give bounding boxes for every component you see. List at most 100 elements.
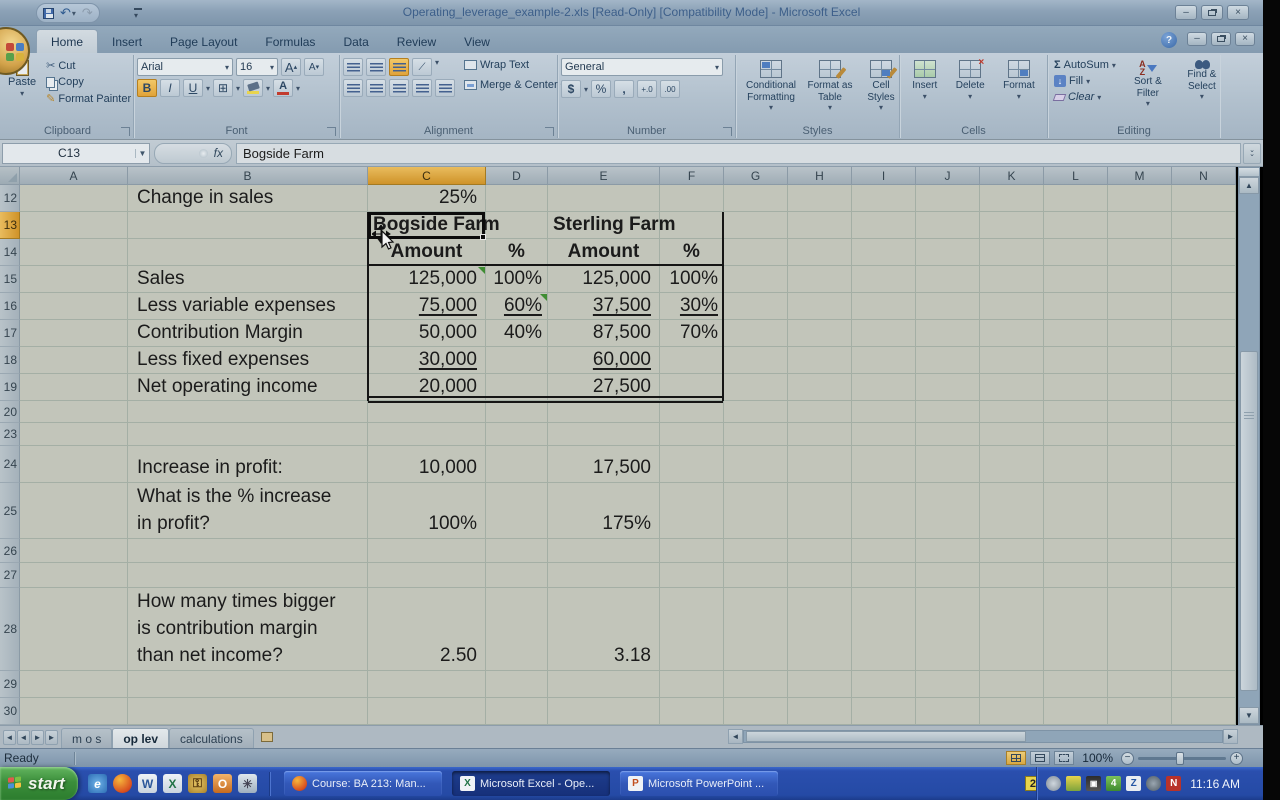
increase-indent-button[interactable] [435, 79, 455, 97]
font-dialog-launcher[interactable] [327, 127, 336, 136]
horizontal-scrollbar[interactable]: ◄ ► [728, 729, 1238, 744]
minimize-button[interactable]: – [1175, 5, 1197, 20]
column-header-N[interactable]: N [1172, 167, 1236, 185]
cell-N26[interactable] [1172, 539, 1236, 563]
cell-M16[interactable] [1108, 293, 1172, 320]
row-header-20[interactable]: 20 [0, 401, 20, 423]
cell-K23[interactable] [980, 423, 1044, 446]
cell-F14[interactable]: % [660, 239, 724, 266]
cell-L14[interactable] [1044, 239, 1108, 266]
cell-D26[interactable] [486, 539, 548, 563]
cell-I26[interactable] [852, 539, 916, 563]
cell-E14[interactable]: Amount [548, 239, 660, 266]
cell-N29[interactable] [1172, 671, 1236, 698]
copy-button[interactable]: Copy [43, 75, 134, 89]
cell-F27[interactable] [660, 563, 724, 588]
cell-M17[interactable] [1108, 320, 1172, 347]
chevron-down-icon[interactable]: ▼ [135, 149, 149, 158]
cell-C26[interactable] [368, 539, 486, 563]
cell-B18[interactable]: Less fixed expenses [128, 347, 368, 374]
cell-K19[interactable] [980, 374, 1044, 401]
column-header-H[interactable]: H [788, 167, 852, 185]
cell-styles-button[interactable]: Cell Styles ▾ [857, 58, 905, 114]
cell-G24[interactable] [724, 446, 788, 483]
cell-A26[interactable] [20, 539, 128, 563]
cell-C30[interactable] [368, 698, 486, 725]
underline-button[interactable]: U [183, 79, 203, 97]
cell-L17[interactable] [1044, 320, 1108, 347]
middle-align-button[interactable] [366, 58, 386, 76]
cell-E17[interactable]: 87,500 [548, 320, 660, 347]
vertical-scroll-thumb[interactable] [1240, 351, 1258, 691]
cell-L26[interactable] [1044, 539, 1108, 563]
format-as-table-button[interactable]: Format as Table ▾ [803, 58, 857, 114]
cell-K20[interactable] [980, 401, 1044, 423]
italic-button[interactable]: I [160, 79, 180, 97]
cell-I12[interactable] [852, 185, 916, 212]
cell-J28[interactable] [916, 588, 980, 671]
cell-D27[interactable] [486, 563, 548, 588]
cell-B16[interactable]: Less variable expenses [128, 293, 368, 320]
cell-B26[interactable] [128, 539, 368, 563]
row-header-15[interactable]: 15 [0, 266, 20, 293]
cell-A24[interactable] [20, 446, 128, 483]
excel-icon[interactable]: X [163, 774, 182, 793]
cell-M13[interactable] [1108, 212, 1172, 239]
column-header-D[interactable]: D [486, 167, 548, 185]
decrease-decimal-button[interactable]: .00 [660, 80, 680, 98]
tab-page-layout[interactable]: Page Layout [156, 30, 251, 53]
cell-B14[interactable] [128, 239, 368, 266]
cell-M12[interactable] [1108, 185, 1172, 212]
cell-K14[interactable] [980, 239, 1044, 266]
cell-J24[interactable] [916, 446, 980, 483]
column-header-A[interactable]: A [20, 167, 128, 185]
media-icon[interactable]: ✳ [238, 774, 257, 793]
cell-C18[interactable]: 30,000 [368, 347, 486, 374]
cell-A29[interactable] [20, 671, 128, 698]
cell-L19[interactable] [1044, 374, 1108, 401]
cell-M29[interactable] [1108, 671, 1172, 698]
cell-C12[interactable]: 25% [368, 185, 486, 212]
normal-view-button[interactable] [1006, 751, 1026, 765]
row-header-12[interactable]: 12 [0, 185, 20, 212]
cell-C28[interactable]: 2.50 [368, 588, 486, 671]
tab-review[interactable]: Review [383, 30, 450, 53]
antivirus-icon[interactable]: 4 [1106, 776, 1121, 791]
cell-L30[interactable] [1044, 698, 1108, 725]
cell-G28[interactable] [724, 588, 788, 671]
cell-M24[interactable] [1108, 446, 1172, 483]
volume-icon[interactable] [1046, 776, 1061, 791]
cell-A12[interactable] [20, 185, 128, 212]
cell-D29[interactable] [486, 671, 548, 698]
format-cells-button[interactable]: Format ▾ [1000, 58, 1038, 103]
horizontal-scroll-thumb[interactable] [746, 731, 1026, 742]
increase-decimal-button[interactable]: +.0 [637, 80, 657, 98]
grow-font-button[interactable]: A▴ [281, 58, 301, 76]
cell-H13[interactable] [788, 212, 852, 239]
sheet-tab-op-lev[interactable]: op lev [112, 728, 169, 748]
cell-D25[interactable] [486, 483, 548, 539]
cell-M30[interactable] [1108, 698, 1172, 725]
tab-data[interactable]: Data [329, 30, 382, 53]
cell-J25[interactable] [916, 483, 980, 539]
cell-G13[interactable] [724, 212, 788, 239]
help-button[interactable]: ? [1161, 32, 1177, 48]
row-header-16[interactable]: 16 [0, 293, 20, 320]
sheet-tab-mos[interactable]: m o s [61, 728, 112, 748]
row-header-19[interactable]: 19 [0, 374, 20, 401]
cell-C27[interactable] [368, 563, 486, 588]
close-button[interactable]: × [1227, 5, 1249, 20]
cell-E26[interactable] [548, 539, 660, 563]
cell-L18[interactable] [1044, 347, 1108, 374]
cell-G16[interactable] [724, 293, 788, 320]
tab-view[interactable]: View [450, 30, 504, 53]
zoom-in-button[interactable]: + [1230, 752, 1243, 765]
cell-N19[interactable] [1172, 374, 1236, 401]
cell-C25[interactable]: 100% [368, 483, 486, 539]
cell-E20[interactable] [548, 401, 660, 423]
cell-N15[interactable] [1172, 266, 1236, 293]
cell-J17[interactable] [916, 320, 980, 347]
cell-A15[interactable] [20, 266, 128, 293]
cell-J23[interactable] [916, 423, 980, 446]
cell-K13[interactable] [980, 212, 1044, 239]
